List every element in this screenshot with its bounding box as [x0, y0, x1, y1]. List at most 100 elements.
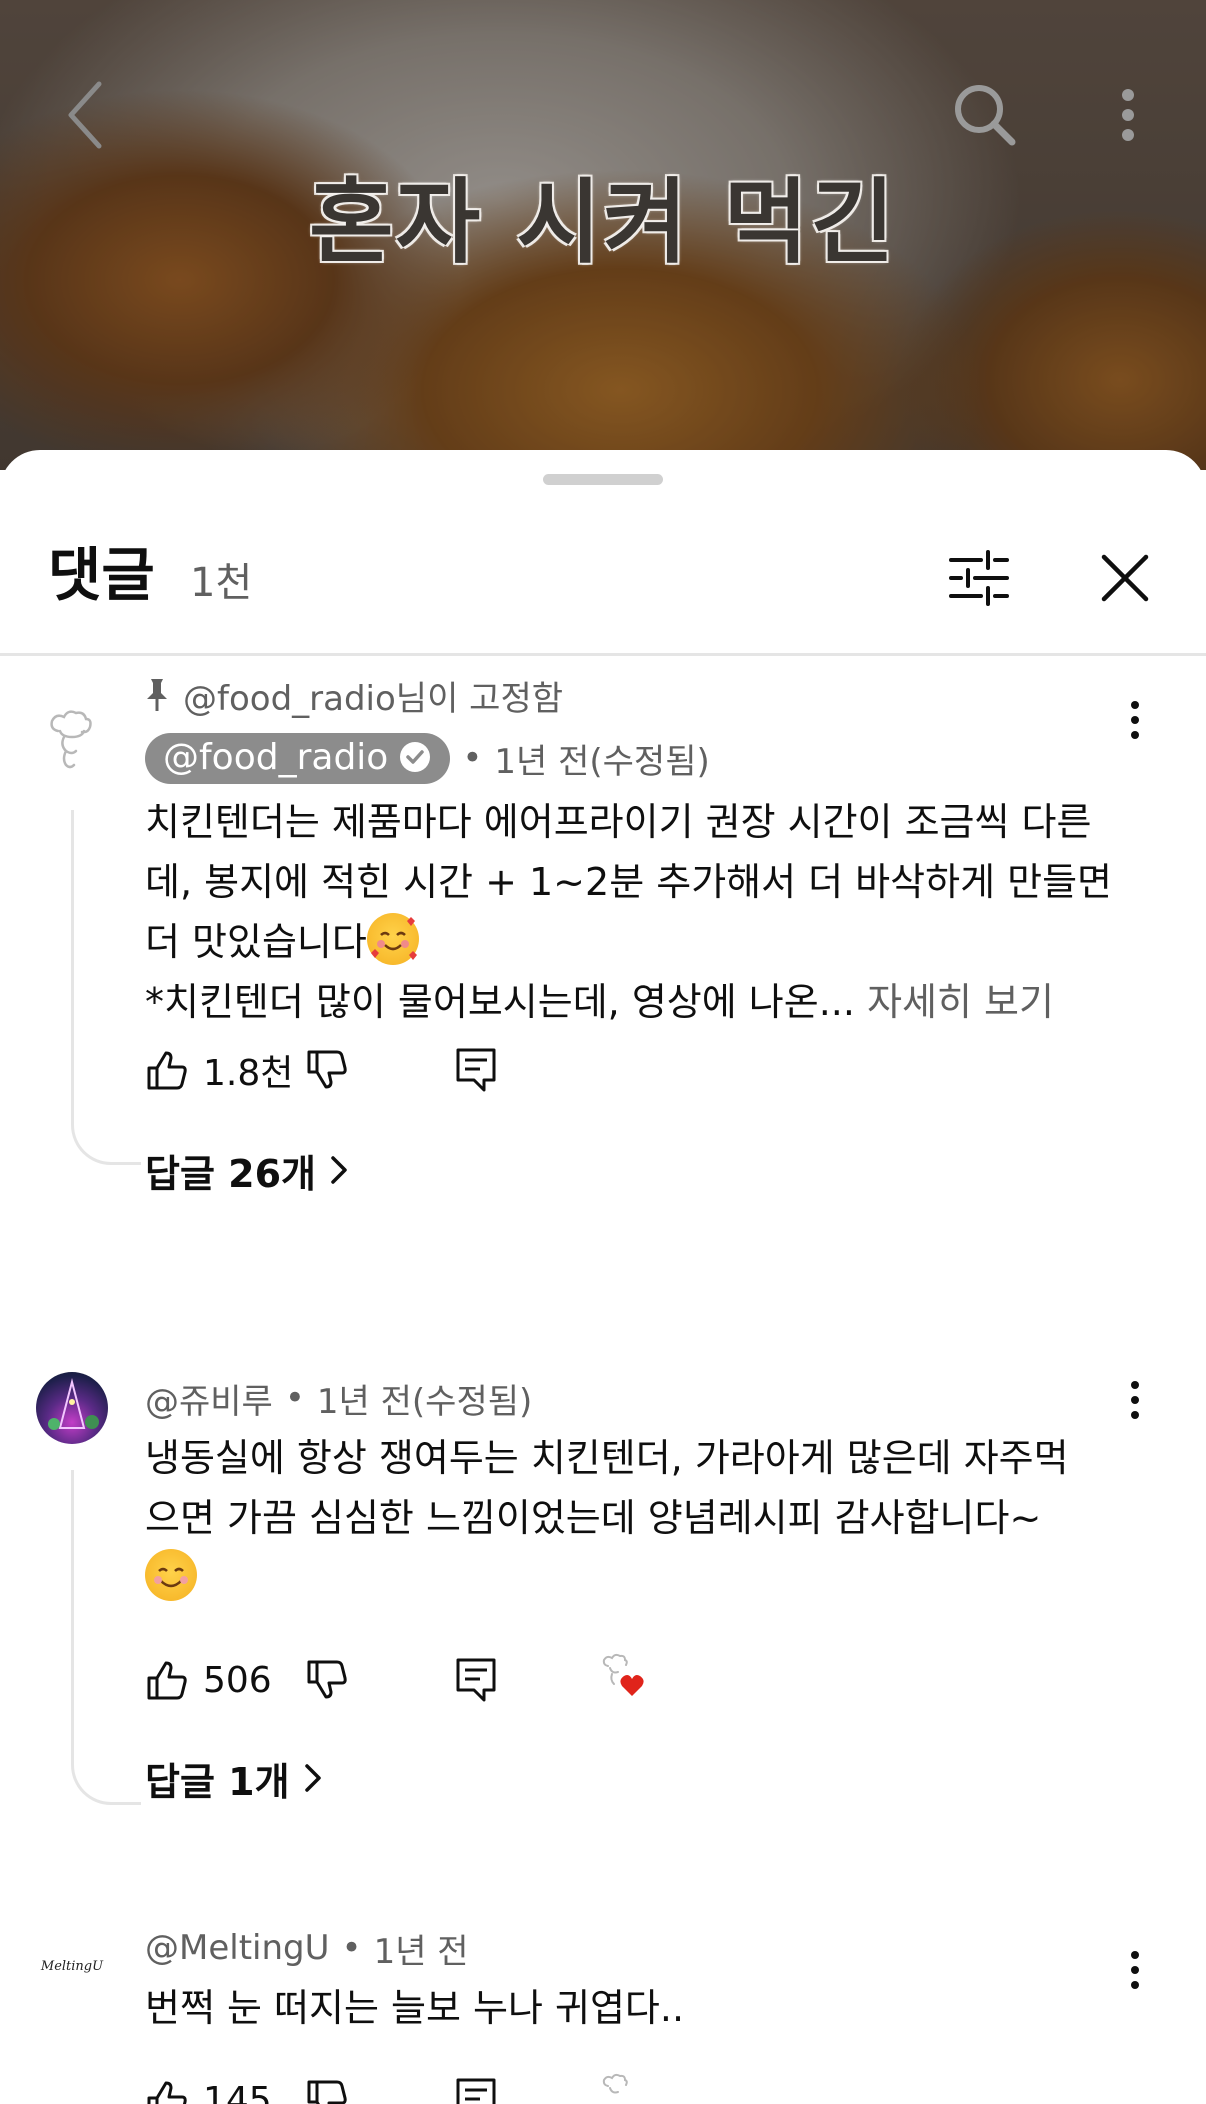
like-count: 506 — [203, 1659, 272, 1701]
back-button[interactable] — [55, 75, 115, 155]
comment-meta: @food_radio • 1년 전(수정됨) — [145, 730, 710, 786]
comment-line-truncated: *치킨텐더 많이 물어보시는데, 영상에 나온... 자세히 보기 — [145, 972, 1135, 1032]
chef-icon — [602, 2073, 628, 2094]
read-more-link[interactable]: 자세히 보기 — [867, 980, 1054, 1024]
more-options-button[interactable] — [1100, 80, 1155, 150]
comment-meta: @쥬비루 • 1년 전(수정됨) — [145, 1370, 532, 1426]
more-vertical-icon — [1131, 701, 1139, 739]
comment-line-text: *치킨텐더 많이 물어보시는데, 영상에 나온... — [145, 980, 855, 1024]
pin-icon — [147, 679, 167, 711]
more-vertical-icon — [1131, 1381, 1139, 1419]
replies-label: 답글 1개 — [145, 1759, 290, 1804]
thread-line — [71, 1470, 141, 1805]
comment-text: 냉동실에 항상 쟁여두는 치킨텐더, 가라아게 많은데 자주먹 으면 가끔 심심… — [145, 1428, 1135, 1608]
thumbs-up-icon — [147, 1051, 187, 1090]
pinned-text: @food_radio님이 고정함 — [183, 678, 564, 719]
dislike-button[interactable] — [305, 1658, 349, 1702]
avatar[interactable]: MeltingU — [36, 1930, 108, 2002]
view-replies-button[interactable]: 답글 26개 — [145, 1140, 348, 1200]
sort-filter-button[interactable] — [945, 548, 1015, 608]
reply-button[interactable] — [454, 2076, 498, 2104]
comment-line: 냉동실에 항상 쟁여두는 치킨텐더, 가라아게 많은데 자주먹 — [145, 1436, 1069, 1480]
comment-text: 번쩍 눈 떠지는 늘보 누나 귀엽다.. — [145, 1978, 1135, 2038]
comment-icon — [456, 2078, 496, 2104]
comment-line: 으면 가끔 심심한 느낌이었는데 양념레시피 감사합니다~ — [145, 1496, 1042, 1540]
comment-line: 치킨텐더는 제품마다 에어프라이기 권장 시간이 조금씩 다른 — [145, 800, 1092, 844]
pinned-label: @food_radio님이 고정함 — [145, 670, 563, 720]
comment-line-with-emoji: 더 맛있습니다 — [145, 912, 1135, 972]
chef-icon — [50, 710, 92, 769]
like-button[interactable] — [145, 1048, 189, 1092]
more-vertical-icon — [1121, 89, 1134, 141]
comment-line: 데, 봉지에 적힌 시간 + 1~2분 추가해서 더 바삭하게 만들면 — [145, 860, 1112, 904]
header-divider — [0, 653, 1206, 656]
like-button[interactable] — [145, 1658, 189, 1702]
comment-icon — [456, 1048, 496, 1092]
sliders-icon — [949, 550, 1009, 606]
comment-more-button[interactable] — [1110, 1370, 1160, 1430]
replies-label: 답글 26개 — [145, 1151, 316, 1196]
close-button[interactable] — [1090, 543, 1160, 613]
reply-button[interactable] — [454, 1656, 498, 1704]
thumbs-up-icon — [147, 1661, 187, 1700]
comments-header: 댓글 1천 — [0, 530, 1206, 630]
thumbs-down-icon — [307, 2080, 347, 2104]
comment-time: 1년 전 — [373, 1931, 469, 1972]
verified-check-icon — [400, 742, 431, 772]
author-name: @food_radio — [163, 736, 389, 778]
comment-line-text: 더 맛있습니다 — [145, 920, 367, 964]
dislike-button[interactable] — [305, 1048, 349, 1092]
comment-line: 번쩍 눈 떠지는 늘보 누나 귀엽다.. — [145, 1986, 685, 2030]
comment-actions: 506 — [145, 1650, 654, 1710]
comments-sheet: 댓글 1천 @food_radio님이 고정함 @food_radio • 1년… — [0, 450, 1206, 2104]
author-name[interactable]: @쥬비루 — [145, 1374, 273, 1423]
sheet-title: 댓글 — [48, 541, 155, 609]
search-icon — [955, 85, 1016, 146]
thumbs-down-icon — [307, 1660, 347, 1699]
thread-line — [71, 810, 141, 1165]
comment-text: 치킨텐더는 제품마다 에어프라이기 권장 시간이 조금씩 다른 데, 봉지에 적… — [145, 792, 1135, 1032]
avatar-image — [48, 1378, 99, 1430]
comment-actions: 145 — [145, 2070, 654, 2104]
dislike-button[interactable] — [305, 2078, 349, 2104]
comment-icon — [456, 1658, 496, 1702]
meta-separator: • — [462, 738, 483, 778]
heart-icon — [602, 1653, 644, 1696]
chevron-right-icon — [331, 1156, 347, 1184]
comment-time: 1년 전(수정됨) — [494, 741, 710, 782]
chevron-left-icon — [68, 81, 102, 149]
author-name[interactable]: @MeltingU — [145, 1928, 330, 1968]
creator-author-chip[interactable]: @food_radio — [145, 732, 451, 784]
comment-time: 1년 전(수정됨) — [316, 1381, 533, 1422]
meta-separator: • — [341, 1928, 362, 1968]
thumbs-down-icon — [307, 1050, 348, 1089]
like-button[interactable] — [145, 2078, 189, 2104]
creator-heart-badge — [598, 2072, 654, 2104]
comment-item: MeltingU @MeltingU • 1년 전 번쩍 눈 떠지는 늘보 누나… — [0, 1920, 1206, 2104]
comment-line-emoji — [145, 1548, 1135, 1608]
comment-meta: @MeltingU • 1년 전 — [145, 1920, 469, 1976]
drag-handle[interactable] — [543, 474, 663, 485]
comment-count: 1천 — [190, 560, 253, 606]
like-count: 1.8천 — [203, 1053, 294, 1094]
view-replies-button[interactable]: 답글 1개 — [145, 1748, 322, 1808]
video-caption: 혼자 시켜 먹긴 — [309, 169, 897, 276]
comment-more-button[interactable] — [1110, 690, 1160, 750]
avatar-logo-text: MeltingU — [40, 1958, 104, 1974]
comment-item: @쥬비루 • 1년 전(수정됨) 냉동실에 항상 쟁여두는 치킨텐더, 가라아게… — [0, 1370, 1206, 1810]
thumbs-up-icon — [147, 2081, 187, 2104]
avatar[interactable] — [36, 705, 108, 777]
creator-heart-badge — [598, 1652, 654, 1708]
comment-item: @food_radio님이 고정함 @food_radio • 1년 전(수정됨… — [0, 670, 1206, 1230]
like-count: 145 — [203, 2079, 272, 2104]
smiling-hearts-emoji-icon — [366, 913, 419, 965]
chevron-right-icon — [304, 1764, 321, 1792]
smiling-face-emoji-icon — [145, 1549, 197, 1601]
reply-button[interactable] — [454, 1046, 498, 1094]
search-button[interactable] — [945, 75, 1025, 155]
meta-separator: • — [284, 1378, 305, 1418]
comment-actions: 1.8천 — [145, 1040, 498, 1100]
video-player[interactable]: 혼자 시켜 먹긴 — [0, 0, 1206, 470]
avatar[interactable] — [36, 1372, 108, 1444]
close-icon — [1101, 554, 1149, 602]
